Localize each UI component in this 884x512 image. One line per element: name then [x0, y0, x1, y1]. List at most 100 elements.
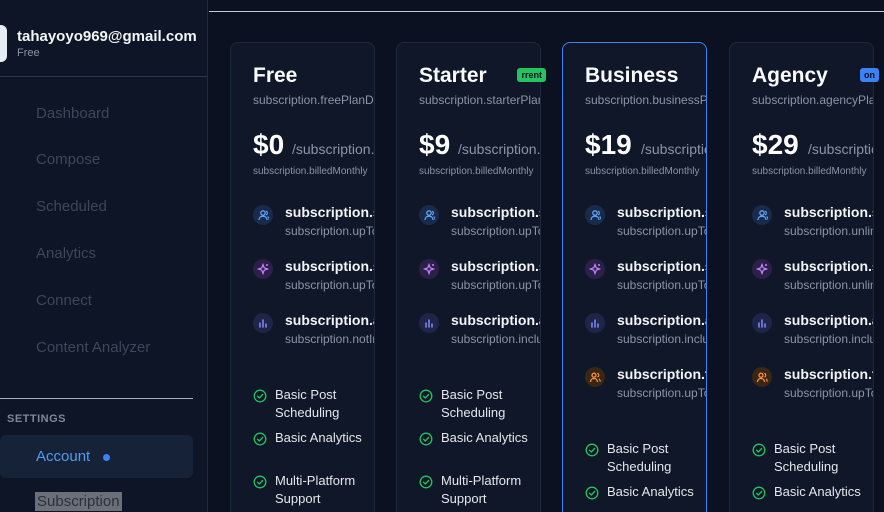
check-circle-icon — [585, 486, 599, 500]
check-circle-icon — [752, 486, 766, 500]
feature-subtitle: subscription.included — [617, 332, 706, 346]
plan-period: /subscription.month — [292, 141, 374, 157]
plan-feature: subscription.scheduledPosts subscription… — [253, 258, 374, 298]
plan-badge: rrent — [517, 68, 546, 82]
plan-feature: subscription.advancedAnalytics subscript… — [419, 312, 540, 352]
feature-title: subscription.socialAccounts — [451, 204, 540, 220]
plan-price: $0 — [253, 129, 285, 160]
plan-billing-note: subscription.billedMonthly — [419, 166, 534, 177]
users-icon — [419, 205, 439, 225]
plan-description: subscription.starterPlanDescription — [419, 93, 540, 107]
plan-badge: on — [860, 68, 879, 82]
feature-title: subscription.advancedAnalytics — [784, 312, 873, 328]
feature-title: subscription.advancedAnalytics — [451, 312, 540, 328]
check-circle-icon — [253, 432, 267, 446]
plan-title: Starter — [419, 64, 487, 87]
feature-subtitle: subscription.upTo — [285, 224, 374, 238]
sidebar-item-label: Account — [36, 448, 91, 465]
check-circle-icon — [419, 389, 433, 403]
feature-title: subscription.advancedAnalytics — [617, 312, 706, 328]
plan-card-starter[interactable]: rrent Starter subscription.starterPlanDesc… — [396, 42, 546, 512]
feature-subtitle: subscription.upTo — [617, 224, 706, 238]
sidebar-item-subscription[interactable]: Subscription — [35, 492, 122, 511]
chart-icon — [752, 313, 772, 333]
feature-title: subscription.scheduledPosts — [784, 258, 873, 274]
plan-period: /subscription.month — [641, 141, 706, 157]
plan-feature: subscription.socialAccounts subscription… — [419, 204, 540, 244]
sidebar-item-account[interactable]: Account — [0, 435, 193, 478]
users-icon — [585, 205, 605, 225]
plan-title: Free — [253, 64, 298, 87]
plan-feature: subscription.scheduledPosts subscription… — [585, 258, 706, 298]
feature-title: subscription.scheduledPosts — [617, 258, 706, 274]
sidebar-item-dashboard[interactable]: Dashboard — [36, 105, 109, 122]
sparkles-icon — [585, 259, 605, 279]
plan-description: subscription.agencyPlanDescription — [752, 93, 873, 107]
plan-feature: subscription.advancedAnalytics subscript… — [585, 312, 706, 352]
sidebar-item-compose[interactable]: Compose — [36, 151, 100, 168]
plan-card-agency[interactable]: on Agency subscription.agencyPlanDescripti… — [729, 42, 879, 512]
sidebar-item-scheduled[interactable]: Scheduled — [36, 198, 107, 215]
plan-card-free[interactable]: Free subscription.freePlanDescription $0/s… — [230, 42, 375, 512]
users-icon — [253, 205, 273, 225]
feature-title: subscription.advancedAnalytics — [285, 312, 374, 328]
benefit-label: Basic Post Scheduling — [275, 387, 340, 420]
plan-billing-note: subscription.billedMonthly — [253, 166, 368, 177]
sidebar-item-connect[interactable]: Connect — [36, 292, 92, 309]
benefit-label: Multi-Platform Support — [441, 473, 522, 506]
sidebar-item-analytics[interactable]: Analytics — [36, 245, 96, 262]
feature-title: subscription.socialAccounts — [784, 204, 873, 220]
user-profile[interactable]: tahayoyo969@gmail.com Free — [0, 0, 207, 77]
plan-description: subscription.businessPlanDescription — [585, 93, 706, 107]
feature-title: subscription.teamMembers — [617, 366, 706, 382]
benefit-label: Basic Analytics — [441, 430, 528, 445]
plan-feature: subscription.scheduledPosts subscription… — [419, 258, 540, 298]
feature-subtitle: subscription.unlimited — [784, 224, 873, 238]
plan-price: $9 — [419, 129, 451, 160]
plan-feature: subscription.advancedAnalytics subscript… — [253, 312, 374, 352]
chart-icon — [419, 313, 439, 333]
check-circle-icon — [253, 389, 267, 403]
plan-feature: subscription.teamMembers subscription.up… — [585, 366, 706, 406]
user-email: tahayoyo969@gmail.com — [17, 28, 197, 45]
users-icon — [752, 205, 772, 225]
plan-feature: subscription.socialAccounts subscription… — [585, 204, 706, 244]
feature-title: subscription.scheduledPosts — [285, 258, 374, 274]
benefit-label: Basic Post Scheduling — [607, 441, 672, 474]
feature-subtitle: subscription.upTo — [617, 386, 706, 400]
header-divider — [209, 11, 884, 12]
plan-billing-note: subscription.billedMonthly — [585, 166, 700, 177]
feature-subtitle: subscription.included — [451, 332, 540, 346]
feature-title: subscription.scheduledPosts — [451, 258, 540, 274]
plan-feature: subscription.scheduledPosts subscription… — [752, 258, 873, 298]
benefit-label: Basic Analytics — [774, 484, 861, 499]
sidebar-item-content-analyzer[interactable]: Content Analyzer — [36, 339, 150, 356]
plan-billing-note: subscription.billedMonthly — [752, 166, 867, 177]
benefit-label: Basic Analytics — [275, 430, 362, 445]
check-circle-icon — [253, 475, 267, 489]
feature-subtitle: subscription.upTo — [451, 224, 540, 238]
feature-title: subscription.teamMembers — [784, 366, 873, 382]
feature-subtitle: subscription.included — [784, 332, 873, 346]
feature-subtitle: subscription.unlimited — [784, 278, 873, 292]
plan-price: $29 — [752, 129, 799, 160]
plan-price: $19 — [585, 129, 632, 160]
plan-card-business[interactable]: Business subscription.businessPlanDescrip… — [562, 42, 707, 512]
benefit-label: Basic Analytics — [607, 484, 694, 499]
feature-title: subscription.socialAccounts — [617, 204, 706, 220]
settings-heading: SETTINGS — [7, 413, 67, 425]
feature-title: subscription.socialAccounts — [285, 204, 374, 220]
settings-divider — [0, 398, 193, 399]
plan-feature: subscription.socialAccounts subscription… — [752, 204, 873, 244]
user-plan: Free — [17, 47, 40, 59]
plan-title: Agency — [752, 64, 828, 87]
benefit-label: Basic Post Scheduling — [774, 441, 839, 474]
feature-subtitle: subscription.notIncluded — [285, 332, 374, 346]
team-icon — [585, 367, 605, 387]
team-icon — [752, 367, 772, 387]
feature-subtitle: subscription.upTo — [784, 386, 873, 400]
feature-subtitle: subscription.upTo — [451, 278, 540, 292]
chart-icon — [253, 313, 273, 333]
benefit-label: Basic Post Scheduling — [441, 387, 506, 420]
active-indicator-dot — [103, 454, 110, 461]
